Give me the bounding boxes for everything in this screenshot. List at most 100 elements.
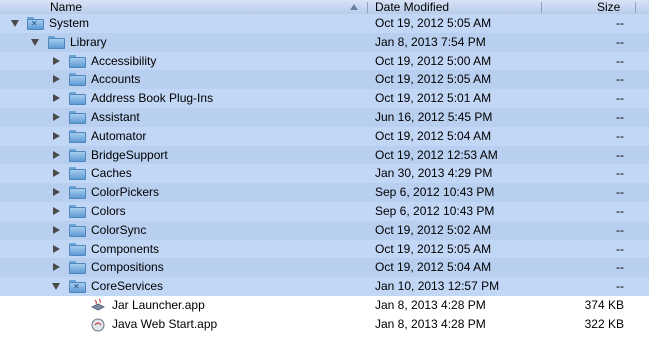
list-item[interactable]: ColorSync Oct 19, 2012 5:02 AM -- xyxy=(0,220,649,240)
list-item[interactable]: Caches Jan 30, 2013 4:29 PM -- xyxy=(0,164,649,184)
item-size: -- xyxy=(616,91,624,106)
list-item[interactable]: Accessibility Oct 19, 2012 5:00 AM -- xyxy=(0,51,649,71)
item-date: Oct 19, 2012 5:02 AM xyxy=(375,222,492,237)
disclosure-triangle-closed-icon[interactable] xyxy=(51,258,63,276)
item-date: Oct 19, 2012 12:53 AM xyxy=(375,147,498,162)
item-size: -- xyxy=(616,53,624,68)
folder-icon xyxy=(69,204,86,218)
item-name: Automator xyxy=(91,128,147,143)
list-item[interactable]: ✕ System Oct 19, 2012 5:05 AM -- xyxy=(0,14,649,33)
disclosure-triangle-closed-icon[interactable] xyxy=(51,183,63,201)
item-size: 322 KB xyxy=(584,316,624,331)
item-date: Sep 6, 2012 10:43 PM xyxy=(375,185,495,200)
item-date: Jun 16, 2012 5:45 PM xyxy=(375,109,493,124)
disclosure-triangle-closed-icon[interactable] xyxy=(51,240,63,258)
item-date: Oct 19, 2012 5:05 AM xyxy=(375,72,492,87)
item-date: Jan 10, 2013 12:57 PM xyxy=(375,279,500,294)
item-date: Jan 8, 2013 4:28 PM xyxy=(375,316,486,331)
column-divider[interactable] xyxy=(367,2,368,13)
item-size: -- xyxy=(616,147,624,162)
item-date: Oct 19, 2012 5:00 AM xyxy=(375,53,492,68)
item-size: -- xyxy=(616,16,624,30)
list-item[interactable]: ✕ CoreServices Jan 10, 2013 12:57 PM -- xyxy=(0,277,649,296)
item-size: -- xyxy=(616,72,624,87)
column-header-bar: Name Date Modified Size xyxy=(0,0,649,15)
list-item[interactable]: ColorPickers Sep 6, 2012 10:43 PM -- xyxy=(0,183,649,202)
folder-icon xyxy=(69,186,86,200)
item-date: Jan 8, 2013 4:28 PM xyxy=(375,297,486,312)
column-header-size[interactable]: Size xyxy=(597,0,620,14)
item-name: Caches xyxy=(91,166,132,181)
list-item[interactable]: BridgeSupport Oct 19, 2012 12:53 AM -- xyxy=(0,145,649,165)
folder-icon xyxy=(69,110,86,124)
list-item[interactable]: Compositions Oct 19, 2012 5:04 AM -- xyxy=(0,258,649,278)
disclosure-triangle-closed-icon[interactable] xyxy=(51,202,63,220)
folder-icon xyxy=(69,73,86,87)
item-date: Oct 19, 2012 5:05 AM xyxy=(375,241,492,256)
list-item[interactable]: Library Jan 8, 2013 7:54 PM -- xyxy=(0,32,649,52)
disclosure-triangle-closed-icon[interactable] xyxy=(51,70,63,88)
disclosure-triangle-open-icon[interactable] xyxy=(10,14,22,32)
list-item[interactable]: Assistant Jun 16, 2012 5:45 PM -- xyxy=(0,107,649,127)
list-item[interactable]: Java Web Start.app Jan 8, 2013 4:28 PM 3… xyxy=(0,314,649,334)
item-name: ColorSync xyxy=(91,222,147,237)
folder-icon xyxy=(69,223,86,237)
item-name: Address Book Plug-Ins xyxy=(91,91,214,106)
item-size: -- xyxy=(616,185,624,200)
item-size: -- xyxy=(616,260,624,275)
column-divider[interactable] xyxy=(541,2,542,13)
item-date: Oct 19, 2012 5:01 AM xyxy=(375,91,492,106)
item-name: Jar Launcher.app xyxy=(112,297,205,312)
list-item[interactable]: Address Book Plug-Ins Oct 19, 2012 5:01 … xyxy=(0,89,649,108)
disclosure-triangle-closed-icon[interactable] xyxy=(51,52,63,70)
disclosure-triangle-closed-icon[interactable] xyxy=(51,108,63,126)
disclosure-triangle-open-icon[interactable] xyxy=(30,33,42,51)
column-header-date-modified[interactable]: Date Modified xyxy=(375,0,449,14)
folder-icon xyxy=(48,35,65,49)
item-name: Java Web Start.app xyxy=(112,316,218,331)
app-icon xyxy=(91,298,105,311)
list-item[interactable]: Colors Sep 6, 2012 10:43 PM -- xyxy=(0,201,649,221)
item-name: Colors xyxy=(91,203,126,218)
disclosure-triangle-closed-icon[interactable] xyxy=(51,164,63,182)
disclosure-triangle-open-icon[interactable] xyxy=(51,277,63,295)
item-date: Oct 19, 2012 5:04 AM xyxy=(375,260,492,275)
item-name: System xyxy=(49,16,90,30)
disclosure-triangle-closed-icon[interactable] xyxy=(51,127,63,145)
item-size: -- xyxy=(616,109,624,124)
item-name: Components xyxy=(91,241,160,256)
list-item[interactable]: Automator Oct 19, 2012 5:04 AM -- xyxy=(0,126,649,146)
folder-icon xyxy=(69,129,86,143)
folder-icon xyxy=(69,92,86,106)
list-item[interactable]: Components Oct 19, 2012 5:05 AM -- xyxy=(0,239,649,259)
list-item[interactable]: Accounts Oct 19, 2012 5:05 AM -- xyxy=(0,70,649,90)
folder-icon xyxy=(69,54,86,68)
disclosure-triangle-closed-icon[interactable] xyxy=(51,89,63,107)
item-name: Compositions xyxy=(91,260,164,275)
column-divider[interactable] xyxy=(635,2,636,13)
list-item[interactable]: Jar Launcher.app Jan 8, 2013 4:28 PM 374… xyxy=(0,295,649,315)
item-name: Accounts xyxy=(91,72,141,87)
item-size: -- xyxy=(616,34,624,49)
item-name: Accessibility xyxy=(91,53,157,68)
item-name: Assistant xyxy=(91,109,140,124)
folder-icon xyxy=(69,242,86,256)
folder-icon xyxy=(69,148,86,162)
disclosure-triangle-closed-icon[interactable] xyxy=(51,146,63,164)
item-size: 374 KB xyxy=(584,297,624,312)
item-size: -- xyxy=(616,241,624,256)
item-date: Oct 19, 2012 5:04 AM xyxy=(375,128,492,143)
item-date: Jan 8, 2013 7:54 PM xyxy=(375,34,486,49)
system-folder-icon: ✕ xyxy=(27,17,44,30)
column-header-name[interactable]: Name xyxy=(50,0,82,14)
item-size: -- xyxy=(616,166,624,181)
item-name: Library xyxy=(70,34,107,49)
item-date: Oct 19, 2012 5:05 AM xyxy=(375,16,492,30)
item-date: Jan 30, 2013 4:29 PM xyxy=(375,166,493,181)
item-name: ColorPickers xyxy=(91,185,160,200)
disclosure-triangle-closed-icon[interactable] xyxy=(51,221,63,239)
sort-ascending-icon[interactable] xyxy=(350,4,358,10)
item-size: -- xyxy=(616,203,624,218)
item-name: BridgeSupport xyxy=(91,147,168,162)
item-size: -- xyxy=(616,222,624,237)
